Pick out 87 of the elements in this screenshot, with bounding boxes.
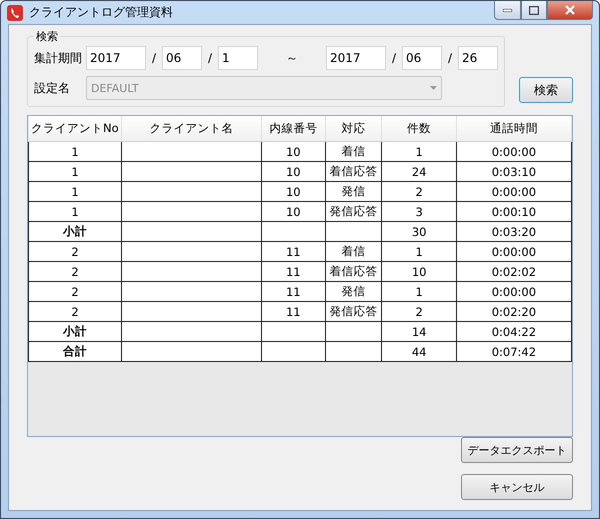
day-field[interactable]: 26 [458,46,498,70]
table-cell: 小計 [28,222,122,242]
table-cell: 合計 [28,342,122,362]
table-cell: 10 [382,262,456,282]
table-cell: 0:03:20 [456,222,572,242]
year-field[interactable]: 2017 [326,46,386,70]
table-cell: 11 [261,262,326,282]
table-cell [261,342,326,362]
window-title: クライアントログ管理資料 [29,4,173,21]
table-cell: 10 [261,162,326,182]
table-cell: 2 [382,302,456,322]
cancel-button[interactable]: キャンセル [461,474,573,500]
date-separator: / [446,51,454,65]
table-cell [326,342,382,362]
table-cell: 0:00:10 [456,202,572,222]
phone-icon [7,4,23,20]
table-cell: 着信応答 [326,262,382,282]
column-header[interactable]: クライアント名 [122,116,262,142]
table-cell: 着信 [326,142,382,162]
table-cell: 2 [382,182,456,202]
table-cell: 44 [382,342,456,362]
table-cell [326,222,382,242]
close-icon [565,5,575,15]
date-separator: / [390,51,398,65]
table-cell: 着信 [326,242,382,262]
table-cell: 0:00:00 [456,142,572,162]
table-cell: 1 [28,182,122,202]
table-cell: 0:00:00 [456,282,572,302]
table-cell: 1 [382,282,456,302]
table-cell: 30 [382,222,456,242]
table-cell: 2 [28,262,122,282]
table-cell: 24 [382,162,456,182]
table-cell: 着信応答 [326,162,382,182]
table-cell: 11 [261,282,326,302]
column-header[interactable]: 対応 [326,116,382,142]
table-cell: 14 [382,322,456,342]
minimize-button[interactable] [494,1,521,20]
table-cell: 0:03:10 [456,162,572,182]
table-cell: 1 [28,162,122,182]
table-cell [261,222,326,242]
table-cell: 0:02:02 [456,262,572,282]
setting-label: 設定名 [34,80,71,96]
table-cell: 2 [28,302,122,322]
table-cell: 1 [382,242,456,262]
table-cell [261,322,326,342]
table-cell: 1 [28,202,122,222]
table-cell: 発信応答 [326,302,382,322]
column-header[interactable]: 内線番号 [261,116,326,142]
table-cell: 0:04:22 [456,322,572,342]
caret-icon [430,86,437,90]
range-separator: ～ [285,50,299,66]
maximize-icon [529,6,539,14]
table-cell: 0:00:00 [456,182,572,202]
table-cell: 10 [261,202,326,222]
table-cell: 0:02:20 [456,302,572,322]
table-cell: 1 [28,142,122,162]
group-legend: 検索 [34,29,60,44]
column-header[interactable]: クライアントNo [28,116,122,142]
date-separator: / [206,51,214,65]
table-cell: 0:07:42 [456,342,572,362]
minimize-icon [503,8,512,12]
table-cell: 11 [261,242,326,262]
month-field[interactable]: 06 [162,46,202,70]
table-cell: 11 [261,302,326,322]
table-cell: 発信応答 [326,202,382,222]
table-cell: 発信 [326,282,382,302]
period-label: 集計期間 [34,50,83,66]
month-field[interactable]: 06 [402,46,442,70]
export-button[interactable]: データエクスポート [461,437,573,463]
table-cell: 小計 [28,322,122,342]
table-cell: 1 [382,142,456,162]
column-header[interactable]: 件数 [382,116,456,142]
table-cell: 発信 [326,182,382,202]
day-field[interactable]: 1 [218,46,258,70]
column-header[interactable]: 通話時間 [456,116,572,142]
table-cell: 10 [261,142,326,162]
maximize-button[interactable] [521,1,547,20]
close-button[interactable] [547,1,593,20]
table-cell: 2 [28,242,122,262]
table-cell: 3 [382,202,456,222]
table-cell: 0:00:00 [456,242,572,262]
table-cell [326,322,382,342]
date-separator: / [150,51,158,65]
table-cell: 2 [28,282,122,302]
year-field[interactable]: 2017 [86,46,146,70]
search-button[interactable]: 検索 [519,77,573,103]
table-cell: 10 [261,182,326,202]
